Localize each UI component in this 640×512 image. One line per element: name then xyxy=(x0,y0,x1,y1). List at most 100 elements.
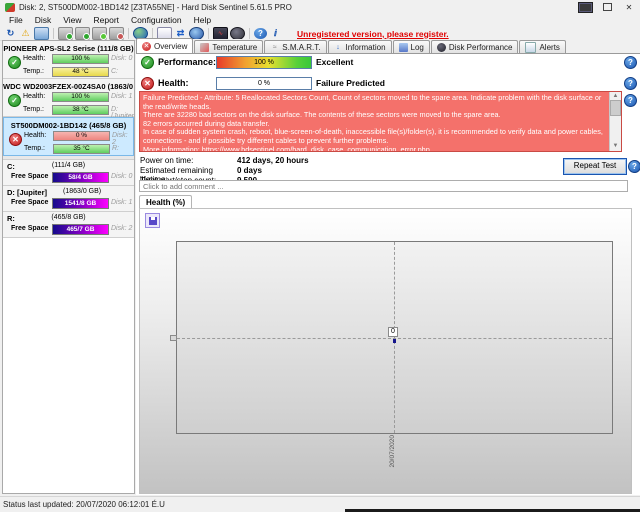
repeat-test-help-icon[interactable]: ? xyxy=(628,160,640,173)
health-row: ✕ Health: 0 % Failure Predicted xyxy=(141,76,385,90)
free-space-bar: 465/7 GB xyxy=(52,224,109,235)
alert-help-icon[interactable]: ? xyxy=(624,94,637,107)
menu-view[interactable]: View xyxy=(57,14,87,27)
stat-value: 412 days, 20 hours xyxy=(237,156,309,165)
overview-error-icon: ✕ xyxy=(142,41,151,51)
scroll-thumb[interactable] xyxy=(610,99,621,116)
tray-monitor-icon[interactable] xyxy=(574,1,596,14)
information-icon: ↓ xyxy=(336,43,340,51)
temp-label: Temp.: xyxy=(24,145,46,152)
disk-number: Disk: 0 xyxy=(111,55,133,62)
disk-test-icon-3[interactable] xyxy=(92,27,107,40)
temp-bar: 35 °C xyxy=(53,144,110,154)
failure-alert-box[interactable]: Failure Predicted - Attribute: 5 Realloc… xyxy=(139,91,622,152)
comment-input[interactable] xyxy=(139,180,628,192)
tab-label: Overview xyxy=(154,41,188,51)
tab-temperature[interactable]: Temperature xyxy=(194,40,264,53)
status-text: Status last updated: 20/07/2020 06:12:01… xyxy=(3,500,165,509)
chart-data-point xyxy=(393,339,396,343)
alert-line: More information: https://www.hdsentinel… xyxy=(143,144,430,152)
partition-name: D: [Jupiter] xyxy=(7,188,47,197)
menu-disk[interactable]: Disk xyxy=(29,14,58,27)
disk-performance-icon xyxy=(436,42,446,52)
health-label: Health: xyxy=(158,78,189,88)
chart-point-label: 0 xyxy=(388,327,398,337)
tab-smart[interactable]: ≈ S.M.A.R.T. xyxy=(264,40,327,53)
toolbar-separator xyxy=(249,28,250,39)
performance-meter: 100 % xyxy=(216,55,312,69)
help-toolbar-icon[interactable]: ? xyxy=(254,28,267,39)
drive-letter: R: xyxy=(112,145,119,152)
health-meter: 0 % xyxy=(216,76,312,90)
report-monitor-icon[interactable] xyxy=(34,27,49,40)
app-icon xyxy=(5,2,15,12)
alert-scrollbar[interactable]: ▲ ▼ xyxy=(609,92,621,151)
tab-alerts[interactable]: Alerts xyxy=(519,40,566,53)
partition-item-2[interactable]: R: (465/8 GB) Free Space 465/7 GB Disk: … xyxy=(3,212,134,238)
health-label: Health: xyxy=(23,55,46,62)
menu-help[interactable]: Help xyxy=(188,14,217,27)
menu-file[interactable]: File xyxy=(3,14,29,27)
performance-ok-icon: ✓ xyxy=(141,55,154,69)
disk-search-icon[interactable] xyxy=(109,27,124,40)
close-button[interactable]: ✕ xyxy=(618,1,640,14)
tab-label: Alerts xyxy=(539,42,560,52)
menu-report[interactable]: Report xyxy=(88,14,126,27)
tab-disk-performance[interactable]: Disk Performance xyxy=(430,40,519,53)
performance-row: ✓ Performance: 100 % Excellent xyxy=(141,55,353,69)
health-status: Failure Predicted xyxy=(316,78,385,88)
free-space-bar: 1541/8 GB xyxy=(52,198,109,209)
tab-information[interactable]: ↓ Information xyxy=(327,40,392,53)
disk-item-1[interactable]: WDC WD2003FZEX-00Z4SA0 (1863/0 GB) ✓ Hea… xyxy=(3,79,134,120)
performance-help-icon[interactable]: ? xyxy=(624,56,637,69)
partition-item-1[interactable]: D: [Jupiter] (1863/0 GB) Free Space 1541… xyxy=(3,186,134,212)
temp-bar: 38 °C xyxy=(52,105,109,115)
free-space-bar: 58/4 GB xyxy=(52,172,109,183)
remaining-lifetime-row: Estimated remaining lifetime: 0 days xyxy=(140,166,262,184)
disk-number: Disk: 2 xyxy=(111,225,133,232)
log-notebook-icon xyxy=(398,42,408,52)
alerts-page-icon xyxy=(525,41,537,53)
power-on-time-row: Power on time: 412 days, 20 hours xyxy=(140,156,309,166)
scroll-down-icon[interactable]: ▼ xyxy=(613,142,619,151)
disk-test-icon-2[interactable] xyxy=(75,27,90,40)
thermometer-icon xyxy=(200,42,210,52)
menu-bar: File Disk View Report Configuration Help xyxy=(0,14,640,27)
disk-item-0[interactable]: PIONEER APS-SL2 Serise (111/8 GB) ✓ Heal… xyxy=(3,41,134,79)
repeat-test-button[interactable]: Repeat Test xyxy=(563,158,627,175)
info-toolbar-icon[interactable]: ⅈ xyxy=(269,28,282,39)
free-space-label: Free Space xyxy=(11,225,49,232)
health-label: Health: xyxy=(23,93,46,100)
health-help-icon[interactable]: ? xyxy=(624,77,637,90)
unregistered-link[interactable]: Unregistered version, please register. xyxy=(297,29,449,39)
health-fail-icon: ✕ xyxy=(141,76,154,90)
tab-label: Temperature xyxy=(212,42,258,52)
y-axis-tick xyxy=(170,335,177,341)
refresh-icon[interactable]: ↻ xyxy=(4,28,17,39)
tab-strip: ✕ Overview Temperature ≈ S.M.A.R.T. ↓ In… xyxy=(136,38,640,53)
free-space-label: Free Space xyxy=(11,199,49,206)
window-title: Disk: 2, ST500DM002-1BD142 [Z3TA55NE] - … xyxy=(19,2,292,12)
partition-size: (111/4 GB) xyxy=(51,162,86,169)
drive-letter: C: xyxy=(111,68,118,75)
menu-configuration[interactable]: Configuration xyxy=(125,14,188,27)
restore-button[interactable] xyxy=(596,1,618,14)
temp-label: Temp.: xyxy=(23,68,45,75)
warning-shield-icon[interactable]: ⚠ xyxy=(19,28,32,39)
panel-border xyxy=(136,53,640,54)
tab-label: Log xyxy=(410,42,424,52)
toolbar-separator xyxy=(128,28,129,39)
health-bar: 100 % xyxy=(52,54,109,64)
save-chart-icon[interactable] xyxy=(145,213,160,228)
disk-sidebar: PIONEER APS-SL2 Serise (111/8 GB) ✓ Heal… xyxy=(2,40,135,494)
tab-overview[interactable]: ✕ Overview xyxy=(136,38,194,53)
temp-bar: 48 °C xyxy=(52,67,109,77)
health-chart-tab[interactable]: Health (%) xyxy=(139,195,193,209)
tab-log[interactable]: Log xyxy=(392,40,430,53)
disk-name: ST500DM002-1BD142 (465/8 GB) xyxy=(10,121,127,130)
disk-number: Disk: 1 xyxy=(111,199,133,206)
partition-item-0[interactable]: C: (111/4 GB) Free Space 58/4 GB Disk: 0 xyxy=(3,160,134,186)
disk-item-2-selected[interactable]: ST500DM002-1BD142 (465/8 GB) ✕ Health: 0… xyxy=(3,117,134,156)
disk-test-icon-1[interactable] xyxy=(58,27,73,40)
x-axis-date-label: 20/07/2020 xyxy=(389,435,396,468)
